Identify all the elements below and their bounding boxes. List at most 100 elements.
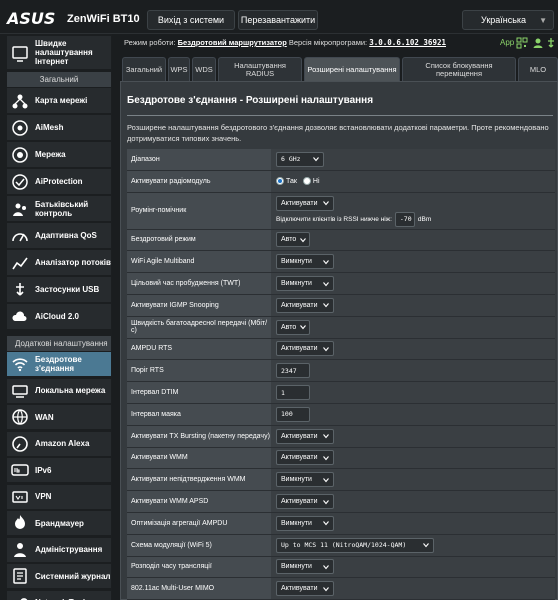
app-qr-icon[interactable] [516,37,528,49]
logout-button[interactable]: Вихід з системи [147,10,235,30]
select-value: Вимкнути [281,563,312,571]
sidebar-item-network-map[interactable]: Карта мережі [7,88,111,114]
setting-label: AMPDU RTS [127,338,271,360]
setting-select[interactable]: Активувати [276,450,334,466]
setting-select[interactable]: Активувати [276,581,334,597]
setting-select[interactable]: Активувати [276,195,334,211]
radio-option[interactable]: Ні [302,177,320,186]
sidebar-item-aicloud[interactable]: AiCloud 2.0 [7,304,111,330]
quick-setup-icon [12,45,28,62]
sidebar-section-general: Загальний [7,72,111,87]
sidebar-item-label: Адміністрування [35,545,103,554]
setting-select[interactable]: Вимкнути [276,472,334,488]
select-value: Up to MCS 11 (NitroQAM/1024-QAM) [281,541,407,550]
sidebar-item-aiprotection[interactable]: AiProtection [7,169,111,195]
chevron-down-icon [323,477,329,483]
tab-4[interactable]: Розширені налаштування [304,57,400,81]
sidebar-item-wan[interactable]: WAN [7,405,111,430]
setting-value: Активувати [271,578,555,600]
firmware-value[interactable]: 3.0.0.6.102_36921 [369,38,446,47]
select-value: Вимкнути [281,258,312,266]
setting-label: Цільовий час пробудження (TWT) [127,273,271,294]
setting-select[interactable]: 6 GHz [276,151,324,167]
setting-select[interactable]: Активувати [276,297,334,313]
select-value: Вимкнути [281,476,312,484]
setting-label: Поріг RTS [127,360,271,382]
setting-row: Активувати WMM Активувати [127,447,555,470]
setting-value: 6 GHz [271,149,555,170]
sidebar-item-qos[interactable]: Адаптивна QoS [7,223,111,249]
setting-label: 802.11ac Multi-User MIMO [127,578,271,600]
rssi-input[interactable]: -70 [394,211,415,227]
setting-label: Інтервал маяка [127,404,271,425]
firewall-icon [15,515,25,529]
setting-row: Інтервал маяка 100 [127,404,555,426]
tab-3[interactable]: Налаштування RADIUS [218,57,302,81]
radio-option[interactable]: Так [276,177,297,186]
radio-button-icon[interactable] [276,177,284,186]
setting-select[interactable]: Активувати [276,341,334,357]
language-value: Українська [481,15,527,25]
setting-select[interactable]: Авто [276,319,310,335]
sidebar-item-network-tools[interactable]: Network Tools [7,590,111,600]
sidebar-item-quick-setup[interactable]: Швидке налаштування Інтернет [7,36,111,70]
setting-value: Активувати [271,425,555,447]
setting-select[interactable]: Вимкнути [276,276,334,292]
sidebar-item-network[interactable]: Мережа [7,142,111,168]
tab-5[interactable]: Список блокування переміщення [402,57,516,81]
sidebar-item-lan[interactable]: Локальна мережа [7,378,111,404]
sidebar-item-firewall[interactable]: Брандмауер [7,511,111,536]
page-description: Розширене налаштування бездротового з'єд… [127,123,549,143]
chevron-down-icon [323,259,329,265]
ipv6-icon [11,464,29,476]
system-log-icon [13,568,27,584]
sidebar-item-alexa[interactable]: Amazon Alexa [7,431,111,457]
brand-logo[interactable]: ASUS [7,9,55,28]
setting-input[interactable]: 1 [276,385,310,401]
setting-input[interactable]: 100 [276,406,310,422]
sidebar-item-label: Локальна мережа [35,386,106,395]
tab-1[interactable]: WPS [168,57,190,81]
setting-select[interactable]: Активувати [276,428,334,444]
sidebar-item-label: Аналізатор потоків [35,258,111,267]
mode-value[interactable]: Бездротовий маршрутизатор [178,38,287,47]
sidebar-item-system-log[interactable]: Системний журнал [7,564,111,589]
sidebar-item-ipv6[interactable]: IPv6 [7,458,111,483]
language-select[interactable]: Українська ▼ [462,10,554,30]
tab-0[interactable]: Загальний [122,57,166,81]
sidebar-item-label: AiProtection [35,177,83,186]
setting-input[interactable]: 2347 [276,363,310,379]
sidebar-item-usb[interactable]: Застосунки USB [7,277,111,303]
setting-select[interactable]: Активувати [276,494,334,510]
sidebar-item-administration[interactable]: Адміністрування [7,537,111,563]
sidebar-item-parental-control[interactable]: Батьківський контроль [7,196,111,222]
setting-label: Активувати радіомодуль [127,170,271,192]
sidebar-item-traffic-analyzer[interactable]: Аналізатор потоків [7,250,111,276]
tab-6[interactable]: MLO [518,57,558,81]
setting-value: Авто [271,316,555,338]
tab-2[interactable]: WDS [192,57,216,81]
sidebar-item-vpn[interactable]: VPN [7,484,111,510]
sidebar-item-wireless[interactable]: Бездротове з'єднання [7,352,111,377]
chevron-down-icon: ▼ [539,15,547,25]
sidebar: Швидке налаштування Інтернет Загальний Кар… [0,34,112,600]
setting-select[interactable]: Вимкнути [276,515,334,531]
setting-label: Бездротовий режим [127,229,271,251]
setting-select[interactable]: Авто [276,232,310,248]
sidebar-item-aimesh[interactable]: AiMesh [7,115,111,141]
title-divider [127,115,553,116]
sidebar-item-label: Системний журнал [35,571,111,581]
reboot-button[interactable]: Перезавантажити [238,10,318,30]
sidebar-item-label: Брандмауер [35,518,84,528]
user-status-icon[interactable] [532,37,544,49]
setting-select[interactable]: Вимкнути [276,254,334,270]
select-value: Активувати [281,498,318,506]
app-label[interactable]: App [500,38,514,47]
setting-select[interactable]: Вимкнути [276,559,334,575]
radio-button-icon[interactable] [302,177,311,186]
setting-select[interactable]: Up to MCS 11 (NitroQAM/1024-QAM) [276,537,434,553]
usb-status-icon[interactable] [545,37,557,49]
setting-label: Розподіл часу трансляції [127,556,271,578]
chevron-down-icon [323,456,329,461]
select-value: Активувати [281,454,318,462]
